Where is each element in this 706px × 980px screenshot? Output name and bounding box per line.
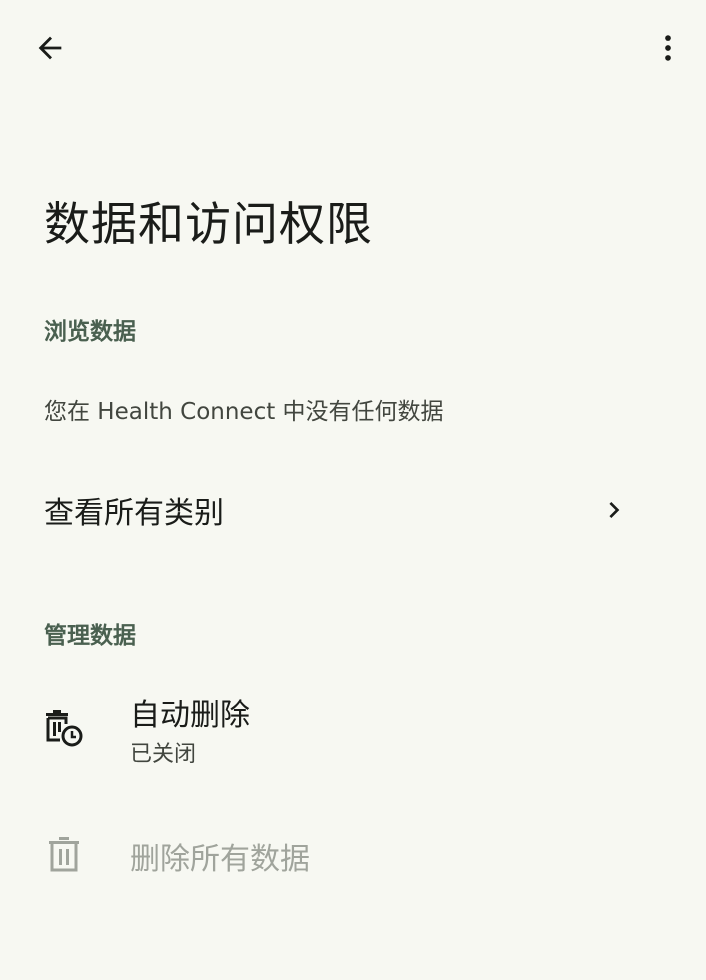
more-vert-icon <box>665 35 671 61</box>
auto-delete-title: 自动删除 <box>130 698 250 733</box>
section-header-manage: 管理数据 <box>44 623 136 649</box>
auto-delete-status: 已关闭 <box>130 742 197 767</box>
auto-delete-row[interactable]: 自动删除 已关闭 <box>0 680 706 776</box>
page-title: 数据和访问权限 <box>44 197 373 251</box>
trash-icon <box>40 830 88 878</box>
more-options-button[interactable] <box>644 24 692 72</box>
auto-delete-icon <box>40 704 88 752</box>
arrow-back-icon <box>38 36 62 60</box>
chevron-right-icon <box>596 492 632 528</box>
delete-all-data-row[interactable]: 删除所有数据 <box>0 816 706 892</box>
view-all-categories-label: 查看所有类别 <box>44 496 224 531</box>
delete-all-data-label: 删除所有数据 <box>130 842 310 877</box>
view-all-categories-row[interactable]: 查看所有类别 <box>0 470 706 550</box>
section-header-browse: 浏览数据 <box>44 319 136 345</box>
empty-data-message: 您在 Health Connect 中没有任何数据 <box>44 399 444 425</box>
back-button[interactable] <box>26 24 74 72</box>
app-screen: 数据和访问权限 浏览数据 您在 Health Connect 中没有任何数据 查… <box>0 0 706 980</box>
